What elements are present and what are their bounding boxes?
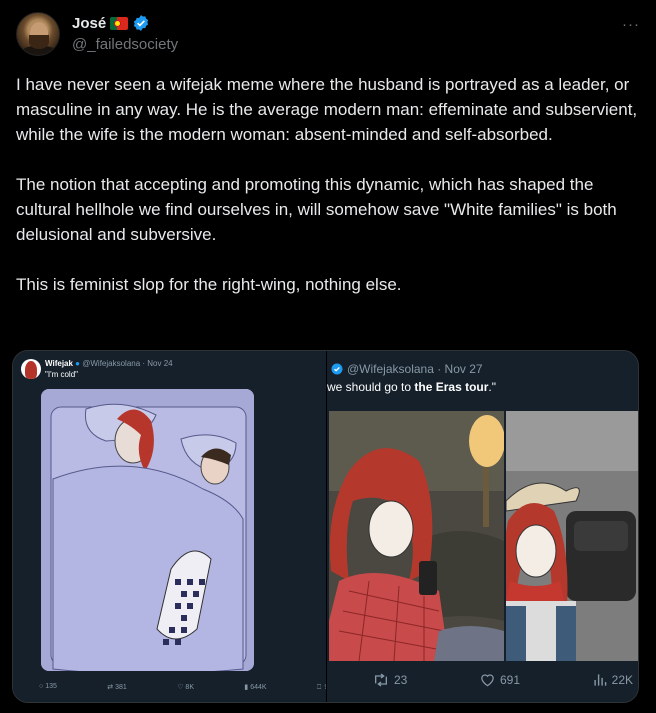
view-count[interactable]: ▮ 644K — [244, 683, 266, 692]
author-name-row: José — [72, 14, 150, 32]
tweet-paragraph: I have never seen a wifejak meme where t… — [16, 75, 638, 144]
author-handle[interactable]: @_failedsociety — [72, 36, 178, 53]
embedded-tweet-right[interactable]: @Wifejaksolana · Nov 27 we should go to … — [327, 351, 638, 702]
embedded-tweet-left[interactable]: Wifejak ● @Wifejaksolana · Nov 24 "I'm c… — [13, 351, 329, 702]
woman-on-couch-illustration — [329, 411, 504, 661]
views-icon — [594, 674, 606, 686]
portugal-flag-icon — [110, 16, 129, 30]
embedded-header-right: @Wifejaksolana · Nov 27 — [331, 362, 483, 376]
retweet-count[interactable]: 23 — [373, 673, 407, 687]
embedded-handle-date: @Wifejaksolana · Nov 24 — [82, 359, 173, 368]
tweet-media[interactable]: Wifejak ● @Wifejaksolana · Nov 24 "I'm c… — [12, 350, 639, 703]
heart-icon — [481, 674, 494, 687]
retweet-count[interactable]: ⇄ 381 — [107, 683, 127, 692]
tweet-paragraph: The notion that accepting and promoting … — [16, 175, 617, 244]
woman-in-car-illustration — [506, 411, 638, 661]
tweet-body: I have never seen a wifejak meme where t… — [16, 72, 640, 297]
author-avatar[interactable] — [16, 12, 60, 56]
embedded-stats-right: 23 691 22K — [373, 673, 633, 687]
verified-badge-icon — [331, 363, 343, 375]
embedded-handle-date: @Wifejaksolana · Nov 27 — [347, 362, 483, 376]
embedded-text: "I'm cold" — [45, 370, 78, 379]
embedded-header: Wifejak ● @Wifejaksolana · Nov 24 — [45, 359, 173, 368]
bed-illustration — [41, 389, 254, 671]
author-name[interactable]: José — [72, 15, 106, 32]
embedded-stats-left: ○ 135 ⇄ 381 ♡ 8K ▮ 644K ⎕ ⇪ — [39, 683, 329, 692]
like-count[interactable]: 691 — [480, 673, 520, 687]
retweet-icon — [375, 673, 387, 687]
tweet-header: José @_failedsociety ··· — [16, 12, 640, 58]
like-count[interactable]: ♡ 8K — [177, 683, 194, 692]
embedded-name: Wifejak — [45, 359, 73, 368]
embedded-text: we should go to the Eras tour." — [327, 380, 497, 394]
reply-count[interactable]: ○ 135 — [39, 683, 57, 692]
view-count[interactable]: 22K — [593, 673, 633, 687]
tweet-paragraph: This is feminist slop for the right-wing… — [16, 275, 402, 294]
embedded-avatar — [21, 359, 41, 379]
verified-badge-icon — [134, 15, 149, 31]
more-options-icon[interactable]: ··· — [622, 16, 640, 33]
